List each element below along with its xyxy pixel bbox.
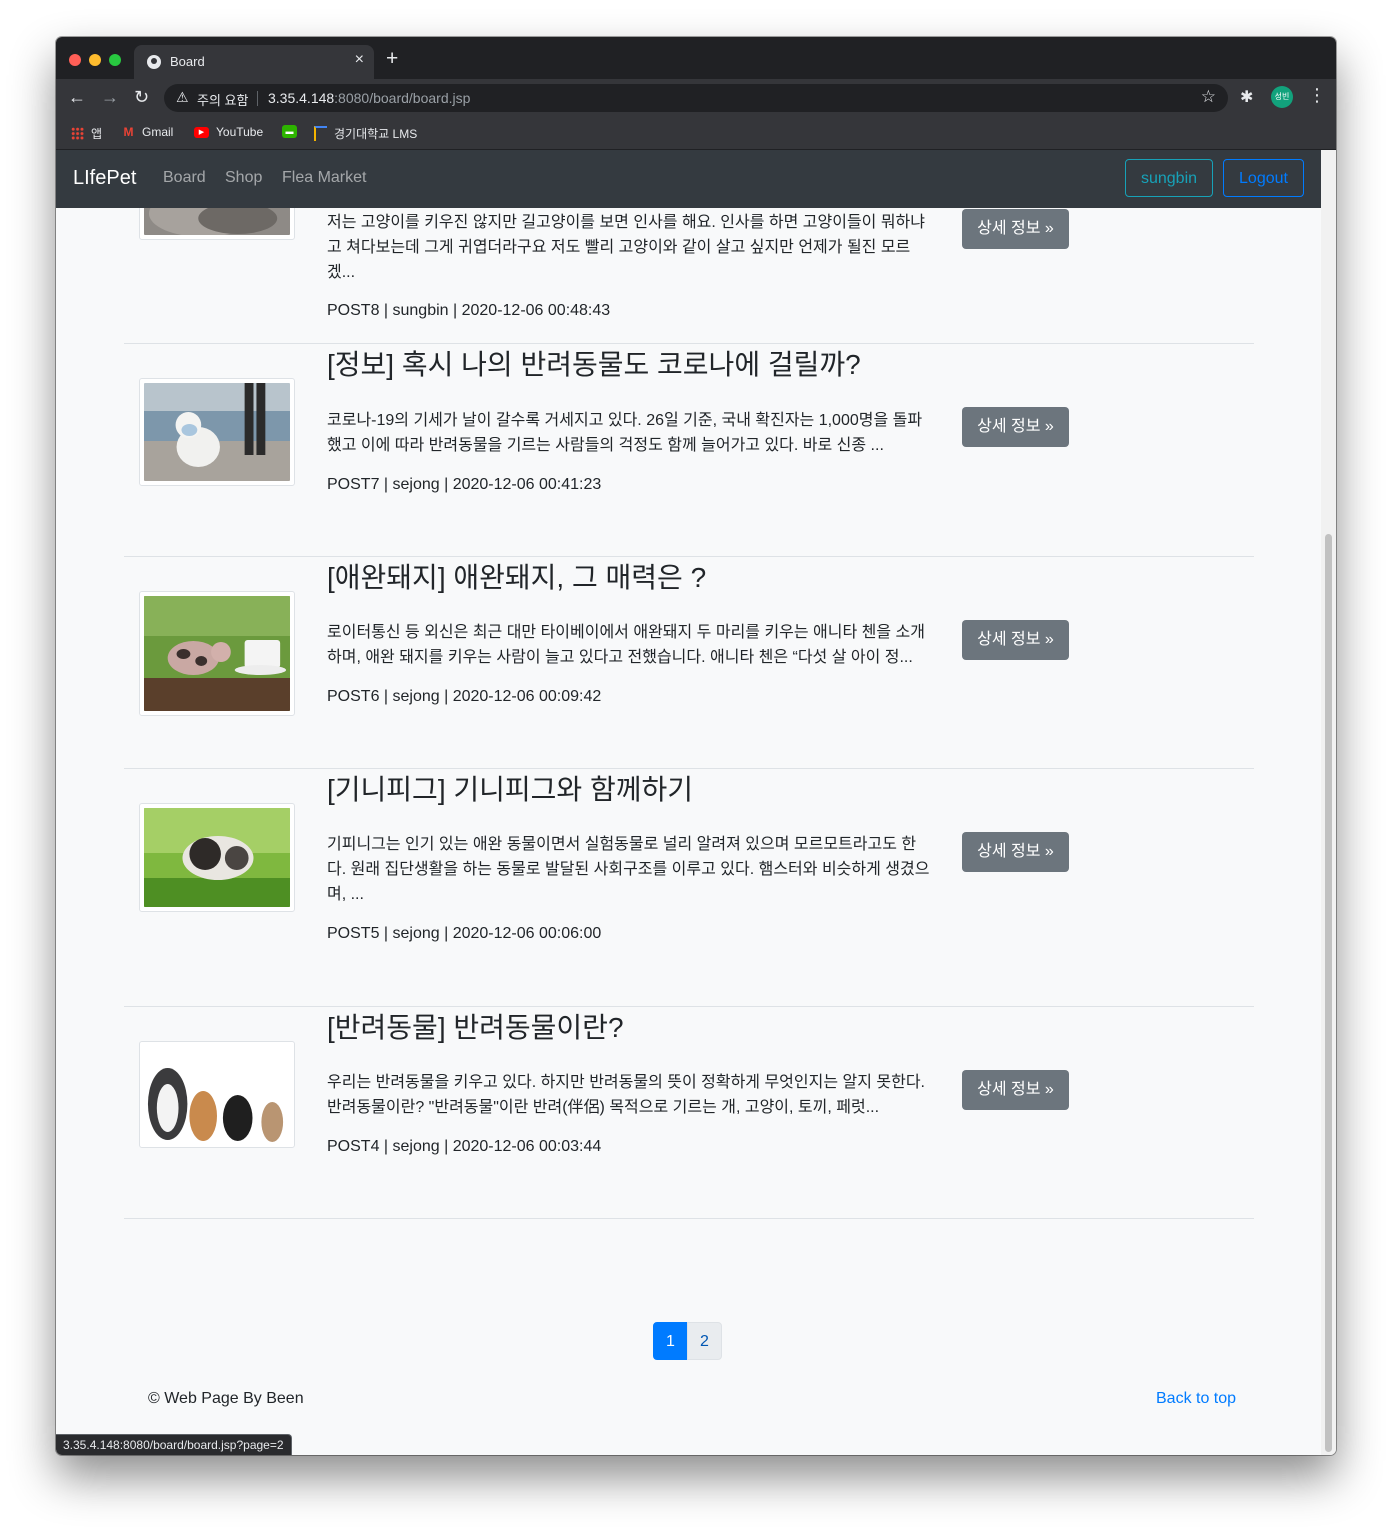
youtube-icon: ▶	[194, 126, 209, 138]
post-thumbnail[interactable]	[139, 378, 295, 486]
bookmarks-bar: 앱 M Gmail ▶ YouTube ▬ 경기대학교 LMS	[56, 117, 1336, 150]
post-item: [애완돼지] 애완돼지, 그 매력은 ? 로이터통신 등 외신은 최근 대만 타…	[124, 556, 1254, 769]
footer-copyright: © Web Page By Been	[148, 1390, 304, 1407]
post-item: [정보] 혹시 나의 반려동물도 코로나에 걸릴까? 코로나-19의 기세가 날…	[124, 343, 1254, 557]
bookmark-label: 앱	[91, 127, 103, 141]
bookmark-youtube[interactable]: ▶ YouTube	[194, 125, 263, 139]
post-item: [반려동물] 반려동물이란? 우리는 반려동물을 키우고 있다. 하지만 반려동…	[124, 1006, 1254, 1219]
profile-avatar[interactable]: 성빈	[1271, 86, 1293, 108]
address-bar[interactable]: ⚠ 주의 요함 3.35.4.148:8080/board/board.jsp …	[164, 84, 1228, 112]
masked-dog-photo	[144, 383, 290, 481]
scrollbar-thumb[interactable]	[1325, 534, 1332, 1452]
post-meta: POST8 | sungbin | 2020-12-06 00:48:43	[327, 302, 611, 319]
link-status-bar: 3.35.4.148:8080/board/board.jsp?page=2	[56, 1434, 292, 1455]
bookmark-lms[interactable]: 경기대학교 LMS	[314, 125, 417, 142]
pagination: 1 2	[653, 1322, 722, 1360]
post-summary: 우리는 반려동물을 키우고 있다. 하지만 반려동물의 뜻이 정확하게 무엇인지…	[327, 1074, 925, 1116]
post-title[interactable]: [정보] 혹시 나의 반려동물도 코로나에 걸릴까?	[327, 343, 861, 383]
site-navbar: LIfePet Board Shop Flea Market sungbin L…	[56, 150, 1321, 208]
post-title[interactable]: [반려동물] 반려동물이란?	[327, 1006, 624, 1046]
post-title[interactable]: [애완돼지] 애완돼지, 그 매력은 ?	[327, 556, 706, 596]
pets-group-photo	[144, 1046, 290, 1143]
user-button[interactable]: sungbin	[1125, 159, 1213, 197]
logout-button[interactable]: Logout	[1223, 159, 1304, 197]
reload-button[interactable]: ↻	[134, 86, 149, 108]
url-path: :8080/board/board.jsp	[334, 90, 471, 106]
bookmark-star-icon[interactable]: ☆	[1201, 87, 1216, 107]
post-meta: POST5 | sejong | 2020-12-06 00:06:00	[327, 925, 602, 942]
post-summary: 기피니그는 인기 있는 애완 동물이면서 실험동물로 널리 알려져 있으며 모르…	[327, 836, 930, 903]
apps-grid-icon	[71, 127, 84, 140]
piglet-photo	[144, 596, 290, 711]
browser-window: Board × + ← → ↻ ⚠ 주의 요함 3.35.4.148:8080/…	[56, 37, 1336, 1455]
bookmark-label: 경기대학교 LMS	[334, 127, 418, 141]
page-content: 저는 고양이를 키우진 않지만 길고양이를 보면 인사를 해요. 인사를 하면 …	[56, 150, 1321, 1455]
back-button[interactable]: ←	[68, 86, 86, 108]
message-icon: ▬	[282, 125, 297, 138]
menu-icon[interactable]: ⋮	[1308, 85, 1326, 106]
page-1-button[interactable]: 1	[653, 1322, 688, 1360]
bookmark-apps[interactable]: 앱	[71, 125, 102, 142]
minimize-window-button[interactable]	[89, 54, 101, 66]
bookmark-label: Gmail	[142, 125, 174, 139]
detail-button[interactable]: 상세 정보 »	[962, 832, 1069, 872]
forward-button[interactable]: →	[101, 86, 119, 108]
page-2-button[interactable]: 2	[687, 1322, 722, 1360]
brand-logo[interactable]: LIfePet	[73, 167, 136, 190]
warning-icon: ⚠	[176, 89, 189, 105]
post-title[interactable]: [기니피그] 기니피그와 함께하기	[327, 768, 693, 808]
bookmark-gmail[interactable]: M Gmail	[122, 124, 174, 139]
bookmark-label: YouTube	[216, 125, 264, 139]
post-summary: 코로나-19의 기세가 날이 갈수록 거세지고 있다. 26일 기준, 국내 확…	[327, 412, 923, 454]
new-tab-button[interactable]: +	[386, 48, 398, 69]
security-label[interactable]: 주의 요함	[197, 90, 248, 109]
bookmark-message[interactable]: ▬	[282, 125, 297, 138]
tab-title: Board	[170, 54, 205, 69]
address-separator	[257, 91, 258, 106]
globe-icon	[147, 55, 161, 69]
post-meta: POST7 | sejong | 2020-12-06 00:41:23	[327, 476, 602, 493]
tab-board[interactable]: Board ×	[134, 45, 374, 79]
post-summary: 저는 고양이를 키우진 않지만 길고양이를 보면 인사를 해요. 인사를 하면 …	[327, 214, 925, 281]
post-summary: 로이터통신 등 외신은 최근 대만 타이베이에서 애완돼지 두 마리를 키우는 …	[327, 624, 925, 666]
extensions-icon[interactable]: ✱	[1240, 87, 1253, 107]
nav-link-flea-market[interactable]: Flea Market	[282, 169, 366, 187]
url-text[interactable]: 3.35.4.148:8080/board/board.jsp	[268, 90, 470, 106]
post-thumbnail[interactable]	[139, 803, 295, 912]
back-to-top-link[interactable]: Back to top	[1156, 1390, 1236, 1408]
detail-button[interactable]: 상세 정보 »	[962, 1070, 1069, 1110]
post-meta: POST6 | sejong | 2020-12-06 00:09:42	[327, 688, 602, 705]
nav-link-board[interactable]: Board	[163, 169, 206, 187]
detail-button[interactable]: 상세 정보 »	[962, 407, 1069, 447]
gmail-icon: M	[123, 124, 134, 139]
close-tab-icon[interactable]: ×	[355, 51, 364, 69]
url-host: 3.35.4.148	[268, 90, 335, 106]
nav-link-shop[interactable]: Shop	[225, 169, 262, 187]
guinea-pig-photo	[144, 808, 290, 907]
browser-toolbar: ← → ↻ ⚠ 주의 요함 3.35.4.148:8080/board/boar…	[56, 79, 1336, 117]
post-meta: POST4 | sejong | 2020-12-06 00:03:44	[327, 1138, 602, 1155]
lms-icon	[314, 126, 327, 141]
detail-button[interactable]: 상세 정보 »	[962, 209, 1069, 249]
post-thumbnail[interactable]	[139, 1041, 295, 1148]
post-thumbnail[interactable]	[139, 591, 295, 716]
maximize-window-button[interactable]	[109, 54, 121, 66]
close-window-button[interactable]	[69, 54, 81, 66]
post-item: [기니피그] 기니피그와 함께하기 기피니그는 인기 있는 애완 동물이면서 실…	[124, 768, 1254, 1007]
tab-strip: Board × +	[56, 37, 1336, 79]
detail-button[interactable]: 상세 정보 »	[962, 620, 1069, 660]
